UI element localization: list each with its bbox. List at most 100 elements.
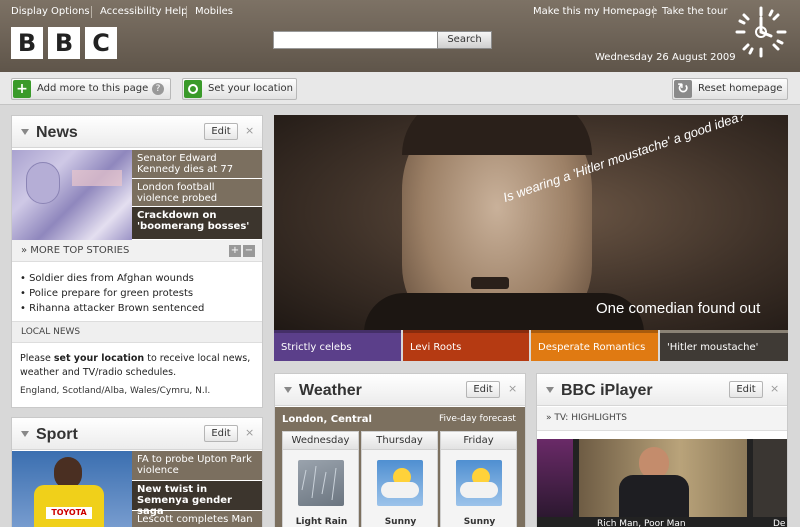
set-location-label: Set your location [208,83,293,94]
take-tour-link[interactable]: Take the tour [662,6,727,17]
set-location-button[interactable]: Set your location [182,78,297,100]
headline-link[interactable]: Crackdown on 'boomerang bosses' [132,207,262,240]
iplayer-carousel: Rich Man, Poor Man De [537,439,787,527]
news-panel: News Edit × Senator Edward Kennedy dies … [11,115,263,408]
sunny-cloud-icon [456,460,502,506]
list-item[interactable]: • Police prepare for green protests [20,286,260,301]
close-sport-button[interactable]: × [245,426,254,439]
display-options-link[interactable]: Display Options [11,6,90,17]
location-target-icon [184,80,202,98]
iplayer-title: BBC iPlayer [561,382,653,399]
iplayer-panel-header: BBC iPlayer Edit × [537,374,787,406]
day-name: Friday [441,432,516,450]
tab-desperate-romantics[interactable]: Desperate Romantics [531,330,658,361]
hair [402,115,592,155]
bbc-logo-letter[interactable]: C [85,27,117,59]
programme-thumbnail[interactable] [753,439,787,517]
reset-icon: ↻ [674,80,692,98]
headline-link[interactable]: New twist in Semenya gender saga [132,481,262,517]
make-homepage-link[interactable]: Make this my Homepage [533,6,657,17]
sunny-cloud-icon [377,460,423,506]
sport-panel: Sport Edit × TOYOTA FA to probe Upton Pa… [11,417,263,527]
search-button[interactable]: Search [437,31,492,49]
collapse-icon[interactable] [546,387,554,393]
region-links[interactable]: England, Scotland/Alba, Wales/Cymru, N.I… [20,386,210,396]
forecast-day[interactable]: Friday Sunny [440,431,517,527]
headline-link[interactable]: Senator Edward Kennedy dies at 77 [132,150,262,179]
tv-highlights-label: TV: HIGHLIGHTS [554,413,627,423]
forecast-day[interactable]: Wednesday Light Rain [282,431,359,527]
collapse-icon[interactable] [21,129,29,135]
tab-hitler-moustache[interactable]: 'Hitler moustache' [660,330,788,361]
mobiles-link[interactable]: Mobiles [195,6,233,17]
programme-thumbnail[interactable] [537,439,573,517]
news-title: News [36,124,78,141]
local-news-bar: LOCAL NEWS [12,321,262,343]
bbc-logo-letter[interactable]: B [11,27,43,59]
sport-title: Sport [36,426,78,443]
close-news-button[interactable]: × [245,124,254,137]
note-band [72,170,122,186]
race-bib: TOYOTA [46,507,92,519]
rain-icon [298,460,344,506]
programme-caption[interactable]: Rich Man, Poor Man [597,519,686,527]
tab-levi-roots[interactable]: Levi Roots [403,330,529,361]
weather-condition: Light Rain [295,517,348,527]
feature-image[interactable]: Is wearing a 'Hitler moustache' a good i… [274,115,788,330]
add-more-label: Add more to this page [37,83,149,94]
more-stories-label: MORE TOP STORIES [30,245,130,256]
edit-iplayer-button[interactable]: Edit [729,381,763,398]
iplayer-panel: BBC iPlayer Edit × » TV: HIGHLIGHTS Rich… [536,373,788,527]
bbc-logo-letter[interactable]: B [48,27,80,59]
queen-portrait [26,162,60,204]
news-panel-header: News Edit × [12,116,262,148]
programme-thumbnail[interactable] [579,439,747,517]
expand-icon[interactable]: + [229,245,241,257]
weather-panel-header: Weather Edit × [275,374,525,406]
reset-homepage-button[interactable]: ↻ Reset homepage [672,78,788,100]
tv-highlights-bar: » TV: HIGHLIGHTS [537,407,787,431]
local-news-message: Please set your location to receive loca… [20,353,251,378]
set-location-link[interactable]: set your location [54,353,144,364]
divider [653,6,654,18]
moustache [471,277,509,289]
news-headlines: Senator Edward Kennedy dies at 77 London… [132,150,262,240]
plus-icon: + [13,80,31,98]
headline-link[interactable]: London football violence probed [132,179,262,207]
current-date: Wednesday 26 August 2009 [595,52,736,63]
sport-panel-header: Sport Edit × [12,418,262,450]
edit-weather-button[interactable]: Edit [466,381,500,398]
help-icon[interactable]: ? [152,83,164,95]
weather-condition: Sunny [463,517,496,527]
local-news-heading: LOCAL NEWS [21,327,81,337]
tab-strictly-celebs[interactable]: Strictly celebs [274,330,401,361]
headline-link[interactable]: FA to probe Upton Park violence [132,451,262,481]
collapse-minus-icon[interactable]: − [243,245,255,257]
edit-news-button[interactable]: Edit [204,123,238,140]
close-weather-button[interactable]: × [508,382,517,395]
close-iplayer-button[interactable]: × [770,382,779,395]
collapse-icon[interactable] [284,387,292,393]
athlete-image[interactable]: TOYOTA [12,451,132,527]
search-input[interactable] [273,31,438,49]
list-item[interactable]: • Soldier dies from Afghan wounds [20,271,260,286]
masthead: Display Options Accessibility Help Mobil… [0,0,800,72]
weather-condition: Sunny [384,517,417,527]
story-list: • Soldier dies from Afghan wounds • Poli… [20,271,260,316]
edit-sport-button[interactable]: Edit [204,425,238,442]
clock-icon [735,6,787,58]
accessibility-help-link[interactable]: Accessibility Help [100,6,188,17]
more-stories-bar[interactable]: » MORE TOP STORIES + − [12,240,262,262]
collapse-icon[interactable] [21,431,29,437]
weather-title: Weather [299,382,362,399]
add-more-button[interactable]: + Add more to this page ? [11,78,171,100]
day-name: Thursday [362,432,437,450]
programme-caption[interactable]: De [773,519,785,527]
banknote-image[interactable] [12,150,132,240]
reset-homepage-label: Reset homepage [698,83,783,94]
five-day-forecast-link[interactable]: Five-day forecast [439,414,516,424]
forecast-day[interactable]: Thursday Sunny [361,431,438,527]
headline-link[interactable]: Lescott completes Man [132,511,262,527]
list-item[interactable]: • Rihanna attacker Brown sentenced [20,301,260,316]
athlete-vest [34,485,104,527]
